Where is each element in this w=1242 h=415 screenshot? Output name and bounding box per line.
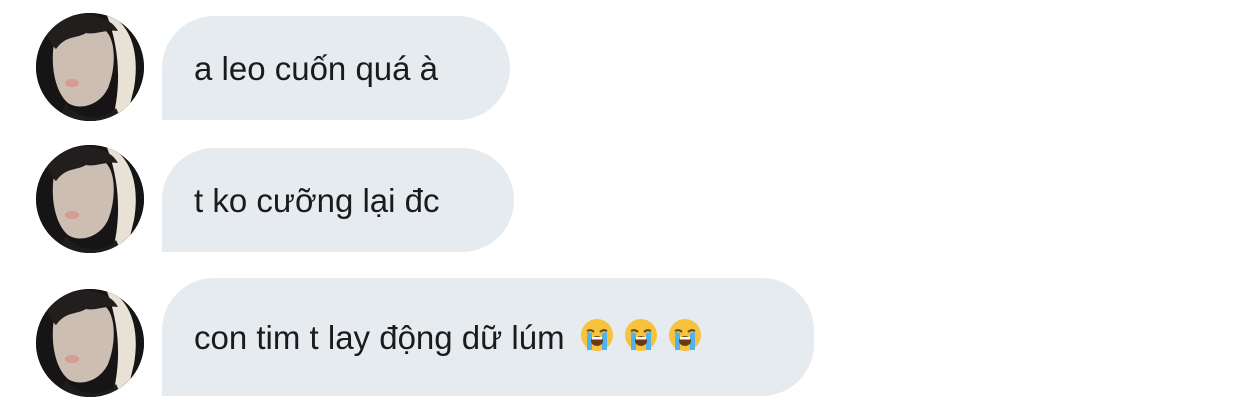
message-bubble[interactable]: con tim t lay động dữ lúm [162, 278, 814, 396]
message-text: con tim t lay động dữ lúm [194, 318, 565, 356]
loudly-crying-face-icon [579, 317, 615, 353]
avatar[interactable] [36, 13, 144, 121]
avatar-photo [36, 289, 144, 397]
loudly-crying-face-icon [623, 317, 659, 353]
message-bubble[interactable]: a leo cuốn quá à [162, 16, 510, 120]
message-text: a leo cuốn quá à [194, 49, 439, 87]
message-bubble[interactable]: t ko cưỡng lại đc [162, 148, 514, 252]
avatar[interactable] [36, 145, 144, 253]
avatar-photo [36, 13, 144, 121]
avatar[interactable] [36, 289, 144, 397]
message-text: t ko cưỡng lại đc [194, 181, 440, 219]
avatar-photo [36, 145, 144, 253]
loudly-crying-face-icon [667, 317, 703, 353]
